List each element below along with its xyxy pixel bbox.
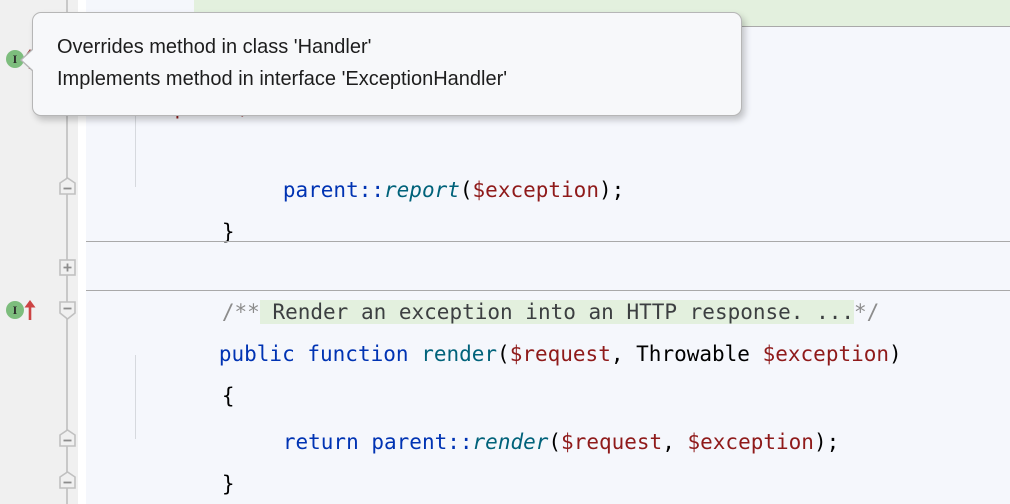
indent-guide-1 <box>135 104 136 187</box>
code-line-docblock-folded[interactable]: /** Render an exception into an HTTP res… <box>86 249 1010 324</box>
code-editor[interactable]: eption) parent::report($exception); } /*… <box>0 0 1010 504</box>
code-line-brace-close-report[interactable]: } <box>86 169 1010 244</box>
tooltip-pointer <box>22 49 34 71</box>
fold-divider-below-docblock <box>86 290 1010 291</box>
tooltip-line-implements: Implements method in interface 'Exceptio… <box>57 68 508 90</box>
gutter-marker-implements-overrides-render[interactable]: I <box>6 299 40 321</box>
code-line-brace-close-class[interactable]: } <box>86 463 1010 504</box>
implementing-method-icon-2[interactable]: I <box>6 301 24 319</box>
code-line-report-call[interactable]: parent::report($exception); <box>86 127 1010 202</box>
fold-end-marker-class[interactable] <box>58 471 76 489</box>
code-line-render-signature[interactable]: public function render($request, Throwab… <box>86 291 1010 366</box>
code-line-render-return[interactable]: return parent::render($request, $excepti… <box>86 379 1010 454</box>
gutter-marker-tooltip[interactable]: Overrides method in class 'Handler' Impl… <box>20 12 742 116</box>
fold-collapsed-marker-docblock[interactable] <box>58 258 76 276</box>
overriding-method-arrow-icon-2[interactable] <box>24 299 38 321</box>
fold-end-marker-render[interactable] <box>58 429 76 447</box>
fold-divider-above-docblock <box>86 241 1010 242</box>
code-line-brace-close-render[interactable]: } <box>86 421 1010 496</box>
indent-guide-2 <box>135 355 136 439</box>
fold-end-marker-report[interactable] <box>58 177 76 195</box>
tooltip-body: Overrides method in class 'Handler' Impl… <box>33 13 741 95</box>
tooltip-line-overrides: Overrides method in class 'Handler' <box>57 36 372 58</box>
fold-start-marker-render[interactable] <box>58 300 76 321</box>
code-line-brace-open-render[interactable]: { <box>86 333 1010 408</box>
